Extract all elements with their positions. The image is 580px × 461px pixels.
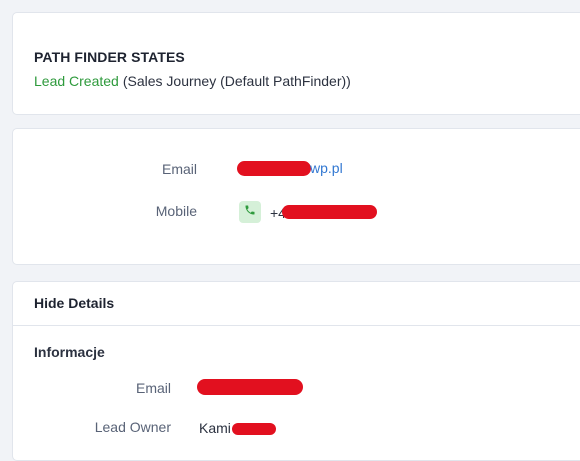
journey-name: (Sales Journey (Default PathFinder)) <box>122 73 351 89</box>
path-finder-state-line: Lead Created (Sales Journey (Default Path… <box>34 73 351 89</box>
lead-owner-redaction <box>232 423 276 435</box>
phone-icon <box>244 203 256 221</box>
email-redaction <box>237 161 311 176</box>
details-email-redaction <box>197 379 303 395</box>
details-email-label: Email <box>135 380 171 396</box>
lead-owner-value[interactable]: Kami <box>199 420 231 436</box>
email-label: Email <box>161 161 197 177</box>
path-finder-title: PATH FINDER STATES <box>34 49 185 65</box>
contact-card: Email wp.pl Mobile +4 <box>12 128 580 265</box>
mobile-redaction <box>282 205 377 219</box>
details-toggle[interactable]: Hide Details <box>13 282 580 326</box>
mobile-label: Mobile <box>155 203 197 219</box>
section-title-informacje: Informacje <box>34 344 105 360</box>
hide-details-label[interactable]: Hide Details <box>34 295 114 311</box>
details-card: Hide Details Informacje Email Lead Owner… <box>12 281 580 461</box>
lead-owner-label: Lead Owner <box>94 419 171 435</box>
call-button[interactable] <box>239 201 261 223</box>
current-state[interactable]: Lead Created <box>34 73 119 89</box>
email-link[interactable]: wp.pl <box>310 160 343 176</box>
path-finder-states-card: PATH FINDER STATES Lead Created (Sales Jo… <box>12 12 580 115</box>
